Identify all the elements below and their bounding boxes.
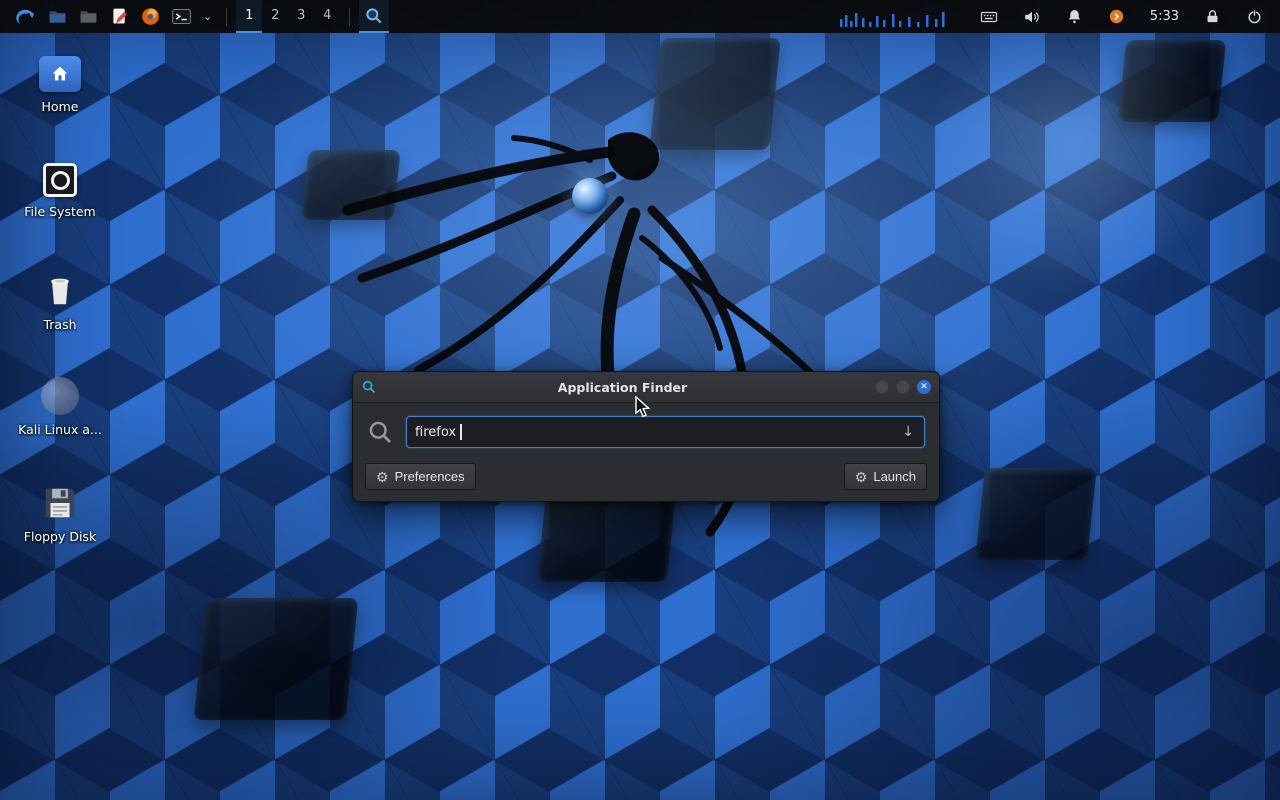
kali-menu-button[interactable] (8, 0, 42, 33)
firefox-launcher[interactable] (135, 0, 166, 33)
search-input-value: firefox (415, 425, 456, 440)
finder-actions: ⚙ Preferences ⚙ Launch (353, 454, 939, 501)
workspace-4[interactable]: 4 (314, 0, 340, 33)
terminal-launcher[interactable] (166, 0, 197, 33)
keyboard-icon (980, 8, 998, 26)
file-manager-launcher[interactable] (42, 0, 73, 33)
volume-control[interactable] (1018, 0, 1046, 33)
power-icon (1246, 8, 1263, 25)
launch-button-label: Launch (873, 469, 916, 484)
filesystem-drive-icon (43, 163, 77, 197)
window-magnifier-icon (361, 379, 377, 395)
launch-button[interactable]: ⚙ Launch (844, 463, 927, 490)
desktop-icon-filesystem[interactable]: File System (8, 157, 112, 264)
desktop-icon-kali-disk[interactable]: Kali Linux a... (8, 371, 112, 478)
system-monitor-graph (838, 7, 948, 27)
logout-power-button[interactable] (1241, 0, 1268, 33)
desktop-icon-label: Home (42, 100, 79, 114)
system-tray: 5:33 (838, 0, 1272, 33)
close-icon: ✕ (920, 383, 928, 392)
workspace-3[interactable]: 3 (288, 0, 314, 33)
notifications-button[interactable] (1061, 0, 1088, 33)
preferences-button[interactable]: ⚙ Preferences (365, 463, 476, 490)
titlebar[interactable]: Application Finder ✕ (353, 372, 939, 403)
bell-icon (1066, 8, 1083, 25)
lock-screen-button[interactable] (1199, 0, 1226, 33)
panel-separator (349, 8, 350, 26)
search-input[interactable]: firefox ↓ (406, 416, 925, 448)
taskbar-application-finder[interactable] (359, 0, 389, 33)
lock-icon (1204, 8, 1221, 25)
application-finder-window: Application Finder ✕ firefox ↓ ⚙ Prefere… (352, 371, 940, 502)
search-icon (367, 419, 394, 446)
terminal-dropdown-chevron-icon[interactable]: ⌄ (197, 0, 217, 33)
panel-separator (226, 8, 227, 26)
clock[interactable]: 5:33 (1145, 0, 1184, 33)
text-editor-launcher[interactable] (104, 0, 135, 33)
home-icon (39, 56, 81, 92)
trash-icon (41, 270, 79, 310)
desktop-icon-home[interactable]: Home (8, 50, 112, 157)
preferences-button-label: Preferences (395, 469, 465, 484)
desktop-icon-column: Home File System Trash Kali Linux a... (8, 50, 112, 585)
minimize-button[interactable] (875, 380, 889, 394)
disk-icon (41, 377, 79, 415)
launch-gear-icon: ⚙ (855, 470, 868, 484)
close-button[interactable]: ✕ (917, 380, 931, 394)
orange-status-button[interactable] (1103, 0, 1130, 33)
orange-circle-icon (1108, 8, 1125, 25)
gear-icon: ⚙ (376, 470, 389, 484)
desktop-icon-floppy[interactable]: Floppy Disk (8, 478, 112, 585)
desktop-icon-label: Floppy Disk (24, 530, 96, 544)
text-caret (460, 424, 462, 440)
floppy-icon (41, 484, 79, 522)
workspace-2[interactable]: 2 (262, 0, 288, 33)
keyboard-indicator[interactable] (975, 0, 1003, 33)
documents-launcher[interactable] (73, 0, 104, 33)
speaker-icon (1023, 8, 1041, 26)
desktop-icon-label: Kali Linux a... (18, 423, 102, 437)
desktop-icon-label: Trash (43, 318, 76, 332)
magnifier-icon (364, 6, 384, 26)
workspace-1[interactable]: 1 (236, 0, 262, 33)
finder-body: firefox ↓ (353, 403, 939, 454)
wallpaper-glossy-sphere (572, 178, 608, 214)
dropdown-arrow-icon[interactable]: ↓ (900, 424, 916, 440)
desktop-root: ⌄ 1 2 3 4 (0, 0, 1280, 800)
desktop-icon-trash[interactable]: Trash (8, 264, 112, 371)
maximize-button[interactable] (896, 380, 910, 394)
desktop-icon-label: File System (24, 205, 96, 219)
window-title: Application Finder (377, 380, 868, 395)
top-panel: ⌄ 1 2 3 4 (0, 0, 1280, 33)
